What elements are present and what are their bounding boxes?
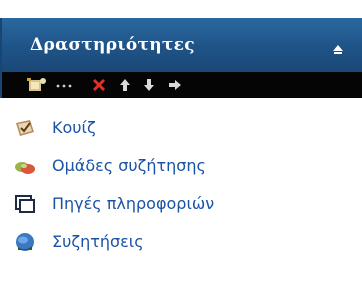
activities-block: Δραστηριότητες Κουίζ Ομάδες συζήτησης Πη…: [0, 0, 362, 281]
delete-icon[interactable]: [90, 77, 108, 93]
list-item-quiz[interactable]: Κουίζ: [14, 114, 344, 142]
forum-icon: [14, 155, 36, 177]
list-item-label: Κουίζ: [52, 118, 96, 137]
move-up-icon[interactable]: [116, 77, 134, 93]
resource-icon: [14, 193, 36, 215]
list-item-label: Πηγές πληροφοριών: [52, 194, 215, 213]
block-header: Δραστηριότητες: [0, 18, 362, 72]
quiz-icon: [14, 117, 36, 139]
move-right-icon[interactable]: [166, 77, 184, 93]
list-item-chats[interactable]: Συζητήσεις: [14, 228, 344, 256]
collapse-up-arrow-icon[interactable]: [332, 40, 344, 54]
chat-icon: [14, 231, 36, 253]
dots-icon[interactable]: [52, 77, 76, 93]
list-item-label: Ομάδες συζήτησης: [52, 156, 206, 175]
block-editing-toolbar: [0, 72, 362, 98]
move-down-icon[interactable]: [140, 77, 158, 93]
edit-mode-icon[interactable]: [26, 77, 48, 93]
block-title: Δραστηριότητες: [30, 35, 195, 55]
list-item-resources[interactable]: Πηγές πληροφοριών: [14, 190, 344, 218]
list-item-forums[interactable]: Ομάδες συζήτησης: [14, 152, 344, 180]
list-item-label: Συζητήσεις: [52, 232, 144, 251]
